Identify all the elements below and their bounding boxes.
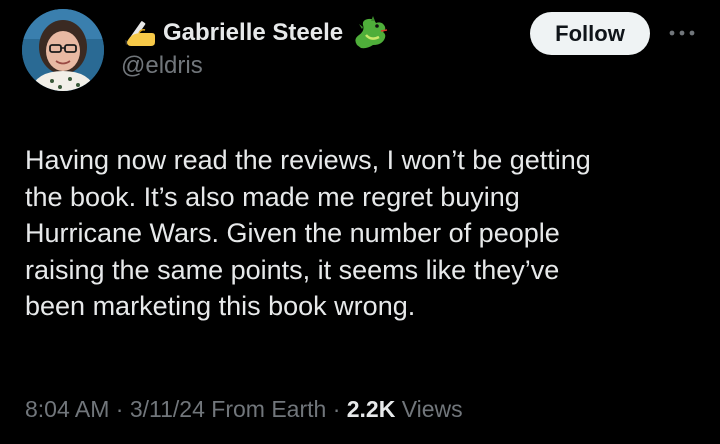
tweet-text: Having now read the reviews, I won’t be … <box>25 142 695 325</box>
tweet-card: Gabrielle Steele @eldris Follow Having n… <box>0 0 720 444</box>
tweet-text-line: raising the same points, it seems like t… <box>25 254 560 285</box>
tweet-date[interactable]: 3/11/24 <box>130 396 205 423</box>
meta-separator: · <box>115 396 124 422</box>
tweet-time[interactable]: 8:04 AM <box>25 396 109 423</box>
more-options-icon[interactable] <box>665 25 699 41</box>
tweet-text-line: Having now read the reviews, I won’t be … <box>25 145 591 175</box>
views-count[interactable]: 2.2K <box>347 396 396 423</box>
tweet-text-line: the book. It’s also made me regret buyin… <box>25 181 520 212</box>
author-handle[interactable]: @eldris <box>121 52 203 80</box>
tweet-metadata: 8:04 AM · 3/11/24 From Earth · 2.2K View… <box>25 396 463 423</box>
avatar[interactable] <box>22 9 104 91</box>
dragon-icon <box>351 15 391 51</box>
views-label[interactable]: Views <box>402 396 463 423</box>
follow-button[interactable]: Follow <box>530 12 650 55</box>
avatar-photo <box>22 9 104 91</box>
tweet-source: From Earth <box>211 396 327 422</box>
tweet-text-line: Hurricane Wars. Given the number of peop… <box>25 218 560 248</box>
tweet-text-line: been marketing this book wrong. <box>25 291 416 321</box>
display-name: Gabrielle Steele <box>163 19 344 46</box>
author-name-row[interactable]: Gabrielle Steele <box>121 14 391 52</box>
meta-separator: · <box>332 396 341 422</box>
writing-hand-icon <box>121 18 157 48</box>
